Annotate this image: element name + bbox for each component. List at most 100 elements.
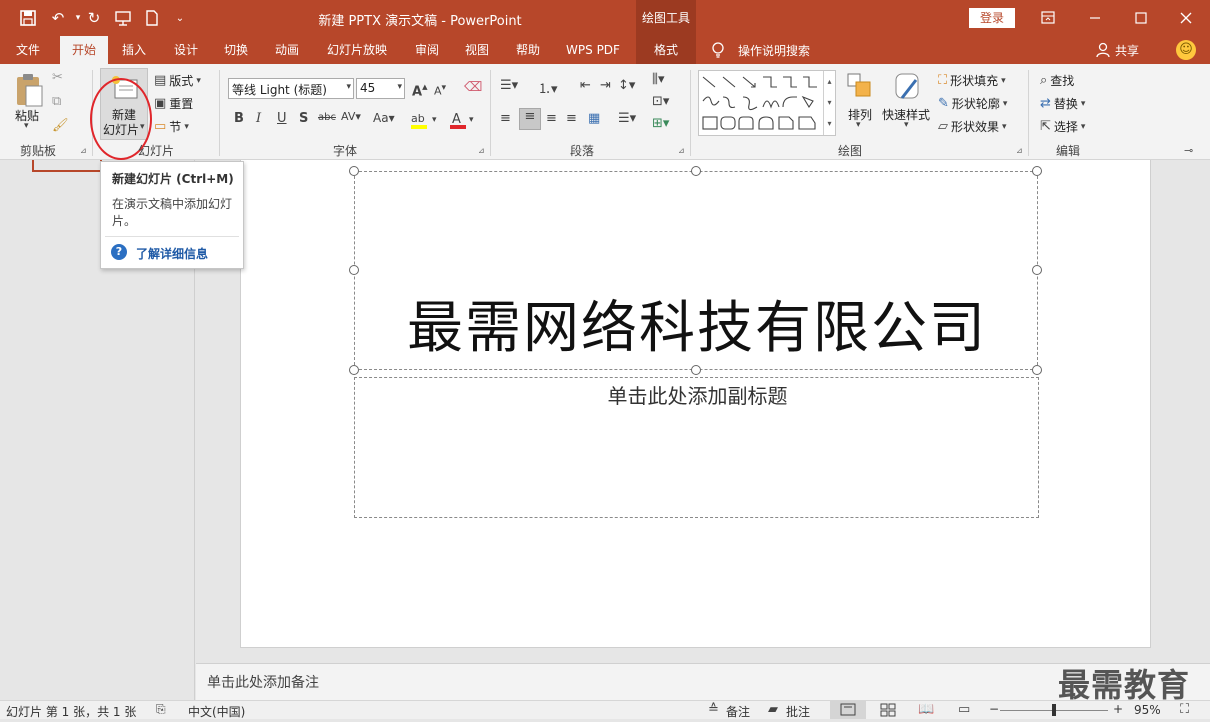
resize-handle[interactable] [691, 365, 701, 375]
resize-handle[interactable] [691, 166, 701, 176]
subtitle-placeholder-text[interactable]: 单击此处添加副标题 [355, 380, 1040, 409]
slideshow-view-icon[interactable]: ▭ [958, 702, 970, 717]
resize-handle[interactable] [349, 365, 359, 375]
present-icon[interactable] [111, 7, 135, 29]
notes-icon[interactable]: ≙ [708, 702, 719, 717]
redo-icon[interactable]: ↻ [82, 7, 106, 29]
customize-qat-icon[interactable]: ⌄ [168, 7, 192, 29]
language-indicator[interactable]: 中文(中国) [188, 703, 245, 720]
zoom-in-icon[interactable]: + [1113, 702, 1123, 716]
smiley-icon[interactable]: ☺ [1176, 40, 1196, 60]
highlight-color-icon[interactable]: ab ▾ [410, 110, 444, 130]
slide-canvas[interactable]: 最需网络科技有限公司 单击此处添加副标题 [240, 160, 1151, 648]
arrange-dropdown-icon[interactable]: ▾ [856, 120, 861, 130]
learn-more-link[interactable]: 了解详细信息 [136, 245, 208, 262]
notes-placeholder[interactable]: 单击此处添加备注 [207, 672, 319, 692]
paste-icon[interactable] [12, 72, 46, 108]
resize-handle[interactable] [1032, 265, 1042, 275]
tab-design[interactable]: 设计 [164, 36, 208, 64]
copy-icon[interactable]: ⧉ [52, 94, 61, 109]
increase-indent-icon[interactable]: ⇥ [600, 78, 611, 93]
columns-icon[interactable]: ☰▾ [618, 111, 636, 126]
align-center-icon[interactable]: ≡ [519, 108, 541, 130]
reading-view-icon[interactable]: 📖 [918, 702, 934, 717]
zoom-level[interactable]: 95% [1134, 703, 1161, 717]
ribbon-display-options-icon[interactable] [1038, 8, 1058, 28]
tab-review[interactable]: 审阅 [405, 36, 449, 64]
tab-format[interactable]: 格式 [636, 36, 696, 64]
format-painter-icon[interactable]: 🖌 [52, 118, 69, 133]
tab-file[interactable]: 文件 [0, 36, 56, 64]
normal-view-icon[interactable] [830, 701, 866, 719]
align-text-icon[interactable]: ⊡▾ [652, 94, 669, 109]
decrease-font-icon[interactable]: A▾ [434, 82, 446, 98]
notes-button[interactable]: 备注 [726, 703, 750, 720]
fit-to-window-icon[interactable]: ⛶ [1180, 702, 1189, 717]
tab-animations[interactable]: 动画 [265, 36, 309, 64]
bullets-icon[interactable]: ☰▾ [500, 78, 518, 93]
decrease-indent-icon[interactable]: ⇤ [580, 78, 591, 93]
select-button[interactable]: ⇱ 选择 ▾ [1040, 118, 1085, 135]
share-person-icon[interactable] [1095, 41, 1111, 59]
replace-button[interactable]: ⇄ 替换 ▾ [1040, 95, 1085, 112]
comments-button[interactable]: 批注 [786, 703, 810, 720]
spelling-check-icon[interactable]: ⎘ [156, 702, 166, 717]
save-icon[interactable] [16, 7, 40, 29]
slide-sorter-icon[interactable] [878, 701, 898, 719]
clear-formatting-icon[interactable]: ⌫ [464, 80, 482, 95]
tab-insert[interactable]: 插入 [112, 36, 156, 64]
section-button[interactable]: ▭ 节 ▾ [154, 118, 189, 135]
title-placeholder[interactable]: 最需网络科技有限公司 [354, 171, 1038, 370]
increase-font-icon[interactable]: A▴ [412, 80, 428, 99]
tell-me-search[interactable]: 操作说明搜索 [738, 42, 810, 59]
slide-thumbnail-1[interactable] [32, 160, 102, 172]
arrange-icon[interactable] [846, 72, 874, 102]
tab-transitions[interactable]: 切换 [214, 36, 258, 64]
strikethrough-icon[interactable]: abc [318, 112, 336, 123]
font-name-dropdown-icon[interactable]: ▾ [346, 82, 351, 92]
shape-effects-button[interactable]: ▱ 形状效果 ▾ [938, 118, 1007, 135]
reset-button[interactable]: ▣ 重置 [154, 95, 193, 112]
change-case-icon[interactable]: Aa▾ [373, 111, 395, 125]
cut-icon[interactable]: ✂ [52, 70, 63, 85]
resize-handle[interactable] [349, 265, 359, 275]
line-spacing-icon[interactable]: ↕▾ [618, 78, 635, 93]
italic-icon[interactable]: I [256, 111, 261, 126]
minimize-icon[interactable] [1085, 8, 1105, 28]
align-left-icon[interactable]: ≡ [500, 111, 511, 126]
smartart-icon[interactable]: ⊞▾ [652, 116, 669, 131]
subtitle-placeholder[interactable]: 单击此处添加副标题 [354, 377, 1039, 518]
shape-fill-button[interactable]: ⛶ 形状填充 ▾ [938, 72, 1006, 89]
zoom-slider-thumb[interactable] [1052, 704, 1056, 716]
share-button[interactable]: 共享 [1115, 42, 1139, 59]
comments-icon[interactable]: ▰ [768, 702, 778, 717]
bold-icon[interactable]: B [234, 111, 244, 126]
text-direction-icon[interactable]: ⫼▾ [652, 72, 665, 87]
resize-handle[interactable] [1032, 365, 1042, 375]
tab-view[interactable]: 视图 [455, 36, 499, 64]
text-shadow-icon[interactable]: S [299, 111, 308, 126]
clipboard-launcher-icon[interactable]: ⊿ [80, 146, 87, 155]
tab-slideshow[interactable]: 幻灯片放映 [318, 36, 396, 64]
tab-help[interactable]: 帮助 [506, 36, 550, 64]
shape-outline-button[interactable]: ✎ 形状轮廓 ▾ [938, 95, 1007, 112]
maximize-icon[interactable] [1131, 8, 1151, 28]
quick-styles-icon[interactable] [892, 70, 924, 104]
paste-dropdown-icon[interactable]: ▾ [24, 121, 29, 131]
character-spacing-icon[interactable]: AV▾ [341, 110, 361, 123]
login-button[interactable]: 登录 [969, 8, 1015, 28]
quick-styles-dropdown-icon[interactable]: ▾ [904, 120, 909, 130]
font-size-dropdown-icon[interactable]: ▾ [397, 82, 402, 92]
justify-icon[interactable]: ≡ [566, 111, 577, 126]
resize-handle[interactable] [1032, 166, 1042, 176]
font-size-combobox[interactable]: 45 ▾ [356, 78, 405, 99]
collapse-ribbon-icon[interactable]: ⊸ [1184, 144, 1193, 157]
underline-icon[interactable]: U [277, 111, 287, 126]
close-icon[interactable] [1176, 8, 1196, 28]
font-name-combobox[interactable]: 等线 Light (标题) ▾ [228, 78, 354, 99]
distributed-icon[interactable]: ▦ [588, 111, 600, 126]
slide-title[interactable]: 最需网络科技有限公司 [355, 294, 1039, 364]
shapes-gallery[interactable]: ▴ ▾ ▾ [698, 70, 836, 136]
zoom-out-icon[interactable]: − [989, 702, 999, 716]
drawing-launcher-icon[interactable]: ⊿ [1016, 146, 1023, 155]
